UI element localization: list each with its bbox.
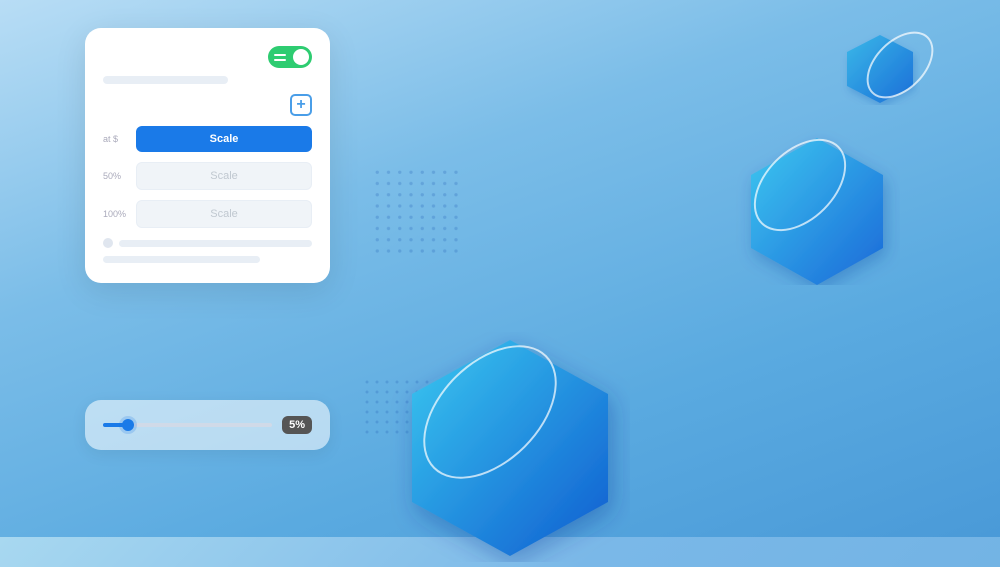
add-btn-row: + [103,94,312,116]
slider-value-badge: 5% [282,416,312,434]
scale-label-50: 50% [103,171,128,181]
scale-row-active: at $ Scale [103,126,312,152]
hex-large-svg [390,332,630,562]
toggle-lines [274,54,286,61]
hex-small-svg [840,30,920,105]
separator-line [103,256,260,263]
add-button[interactable]: + [290,94,312,116]
toggle-switch[interactable] [268,46,312,68]
scale-label-active: at $ [103,134,128,144]
scale-label-100: 100% [103,209,128,219]
toggle-row [103,46,312,68]
slider-thumb[interactable] [122,419,134,431]
info-line [119,240,312,247]
info-dot [103,238,113,248]
reflection-card: 5% [85,400,330,450]
main-card: + at $ Scale 50% Scale 100% Scale [85,28,330,283]
slider-row: 5% [103,416,312,434]
hex-medium-container [735,130,900,290]
scale-button-active[interactable]: Scale [136,126,312,152]
skeleton-row-1 [103,76,312,84]
scale-button-100[interactable]: Scale [136,200,312,228]
skeleton-line-1 [103,76,228,84]
scale-button-50[interactable]: Scale [136,162,312,190]
scale-row-100: 100% Scale [103,200,312,228]
slider-track[interactable] [103,423,272,427]
hex-small-container [840,30,920,110]
scale-row-50: 50% Scale [103,162,312,190]
info-row [103,238,312,248]
hex-medium-svg [735,130,900,285]
hex-large-container [390,332,630,567]
